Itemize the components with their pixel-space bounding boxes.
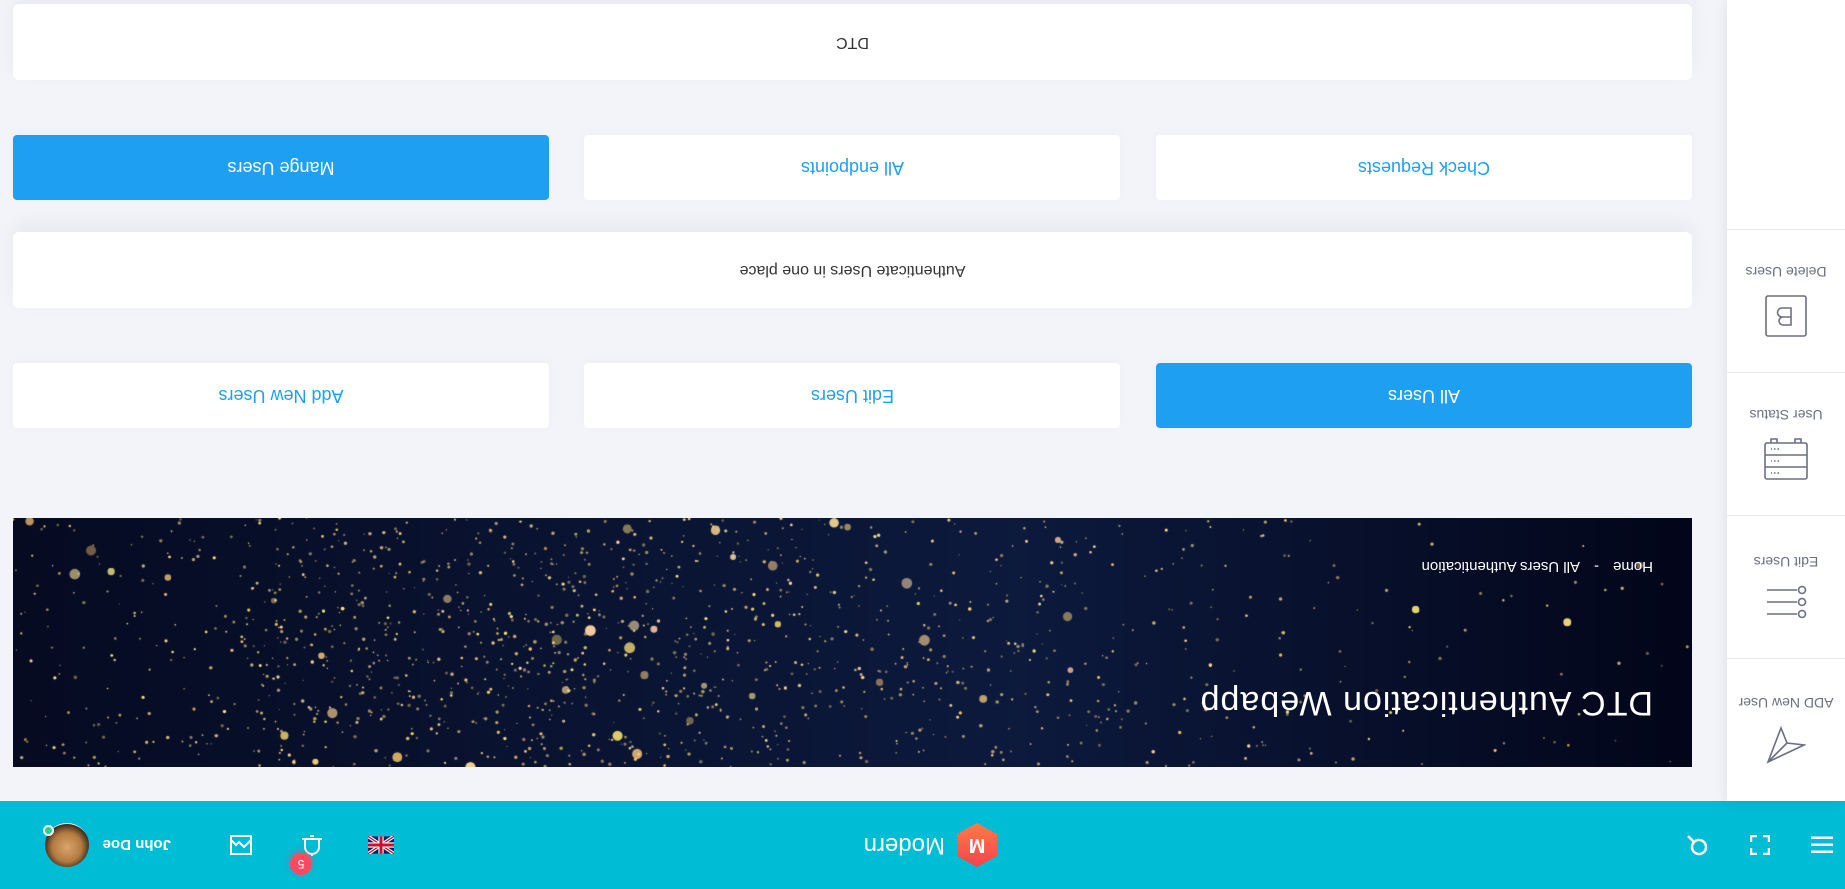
action-row-1: All Users Edit Users Add New Users — [13, 363, 1692, 428]
sidebar: ADD New User Edit Users User Status Dele… — [1727, 0, 1845, 801]
messages-button[interactable] — [226, 830, 256, 860]
fullscreen-icon — [1750, 835, 1770, 855]
sidebar-item-user-status[interactable]: User Status — [1727, 372, 1845, 515]
sidebar-item-label: Delete Users — [1745, 264, 1827, 280]
fullscreen-button[interactable] — [1745, 830, 1775, 860]
header-banner: DTC Authentication Webapp Home - All Use… — [13, 518, 1692, 767]
brand-name: Modern — [863, 832, 945, 859]
all-users-button[interactable]: All Users — [1156, 363, 1692, 428]
image-icon — [230, 835, 252, 855]
avatar — [42, 823, 89, 867]
hamburger-icon — [1811, 836, 1833, 853]
manage-users-button[interactable]: Mange Users — [13, 135, 549, 200]
breadcrumb: Home - All Users Authentication — [1422, 558, 1653, 575]
app-root: M Modern 5 John Doe ADD New User Edit Us… — [0, 0, 1845, 889]
top-navbar: M Modern 5 John Doe — [0, 801, 1845, 889]
language-selector[interactable] — [366, 830, 396, 860]
search-button[interactable] — [1682, 830, 1712, 860]
list-icon — [1767, 585, 1807, 619]
page-title: DTC Authentication Webapp — [1199, 684, 1653, 722]
action-row-2: Check Requests All endpoints Mange Users — [13, 135, 1692, 200]
sidebar-item-label: User Status — [1749, 407, 1823, 423]
notification-badge: 5 — [290, 853, 312, 875]
search-icon — [1687, 835, 1708, 856]
b-box-icon — [1765, 295, 1807, 337]
paper-plane-icon — [1766, 725, 1806, 764]
info-card: Authenticate Users in one place — [13, 232, 1692, 308]
sidebar-item-label: ADD New User — [1738, 695, 1834, 711]
night-lights-map-image — [13, 518, 1692, 767]
sidebar-item-edit-users[interactable]: Edit Users — [1727, 515, 1845, 658]
user-menu[interactable]: John Doe — [42, 823, 171, 867]
sidebar-item-delete-users[interactable]: Delete Users — [1727, 229, 1845, 372]
uk-flag-icon — [368, 836, 394, 854]
menu-toggle-button[interactable] — [1807, 830, 1837, 860]
online-status-dot — [42, 825, 54, 836]
breadcrumb-home[interactable]: Home — [1613, 558, 1653, 575]
footer-card: DTC — [13, 4, 1692, 80]
breadcrumb-separator: - — [1593, 558, 1599, 575]
add-new-users-button[interactable]: Add New Users — [13, 363, 549, 428]
sidebar-item-label: Edit Users — [1753, 554, 1819, 570]
server-icon — [1764, 438, 1808, 480]
brand-logo: M — [957, 823, 997, 867]
brand[interactable]: M Modern — [864, 823, 997, 867]
sidebar-item-add-new-user[interactable]: ADD New User — [1727, 658, 1845, 801]
user-name: John Doe — [102, 836, 171, 854]
brand-letter: M — [968, 834, 986, 857]
check-requests-button[interactable]: Check Requests — [1156, 135, 1692, 200]
edit-users-button[interactable]: Edit Users — [584, 363, 1121, 428]
breadcrumb-current: All Users Authentication — [1421, 558, 1580, 575]
all-endpoints-button[interactable]: All endpoints — [584, 135, 1121, 200]
